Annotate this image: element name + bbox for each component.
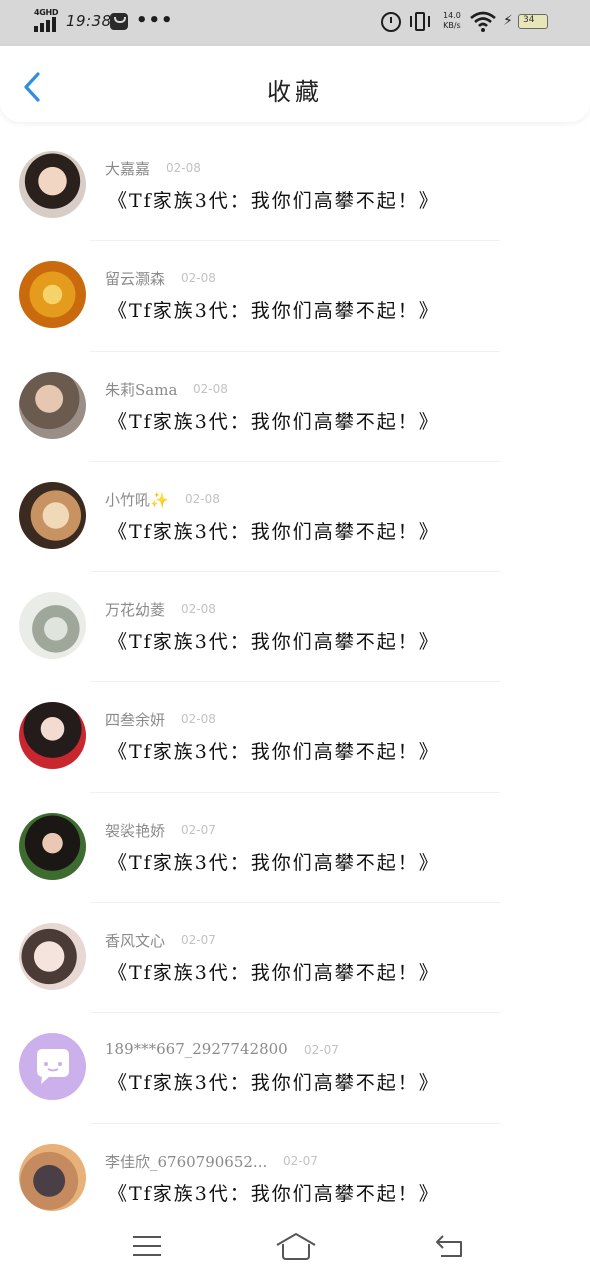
favorites-list: 大嘉嘉 02-08 《Tf家族3代：我你们高攀不起！》 留云灏森 02-08 《… <box>0 130 590 1233</box>
user-name: 189***667_2927742800 <box>105 1040 288 1059</box>
item-date: 02-08 <box>166 161 201 175</box>
avatar[interactable] <box>19 923 86 991</box>
item-date: 02-08 <box>185 491 220 506</box>
system-nav-bar <box>0 1215 590 1280</box>
battery-icon: 34 <box>518 14 548 29</box>
avatar[interactable] <box>19 702 86 770</box>
divider <box>90 1122 500 1124</box>
status-time: 19:38 <box>66 12 112 30</box>
avatar[interactable] <box>19 1033 86 1101</box>
avatar[interactable] <box>19 1143 86 1211</box>
list-item[interactable]: 袈裟艳娇 02-07 《Tf家族3代：我你们高攀不起！》 <box>0 791 590 902</box>
alarm-icon <box>381 12 401 32</box>
page-title: 收藏 <box>267 78 323 106</box>
divider <box>90 460 500 462</box>
user-name: 留云灏森 <box>105 270 166 289</box>
header: 收藏 <box>0 46 590 122</box>
avatar[interactable] <box>19 151 86 218</box>
avatar[interactable] <box>19 481 86 549</box>
divider <box>90 791 500 793</box>
item-date: 02-07 <box>304 1043 339 1058</box>
status-bar: 4GHD 19:38 ••• 14.0 KB/s ⚡ 34 <box>0 0 590 46</box>
item-title: 《Tf家族3代：我你们高攀不起！》 <box>108 410 440 433</box>
list-item[interactable]: 万花幼菱 02-08 《Tf家族3代：我你们高攀不起！》 <box>0 571 590 681</box>
divider <box>90 902 500 904</box>
item-title: 《Tf家族3代：我你们高攀不起！》 <box>108 1072 440 1095</box>
user-name: 朱莉Sama <box>105 380 178 399</box>
item-title: 《Tf家族3代：我你们高攀不起！》 <box>108 851 440 874</box>
menu-icon <box>133 1236 161 1238</box>
avatar[interactable] <box>19 812 86 880</box>
network-type: 4GHD <box>34 8 59 17</box>
item-date: 02-08 <box>193 381 228 396</box>
item-date: 02-07 <box>181 822 216 837</box>
user-name: 香风文心 <box>105 932 166 951</box>
divider <box>90 681 500 683</box>
item-date: 02-07 <box>283 1153 318 1168</box>
home-icon <box>276 1233 316 1260</box>
divider <box>90 1012 500 1014</box>
network-speed-value: 14.0 <box>443 11 461 20</box>
network-speed: 14.0 KB/s <box>443 11 461 31</box>
divider <box>90 240 500 242</box>
message-icon <box>110 13 128 30</box>
signal-icon: 4GHD <box>34 8 59 32</box>
item-title: 《Tf家族3代：我你们高攀不起！》 <box>108 741 440 764</box>
avatar[interactable] <box>19 371 86 439</box>
list-item[interactable]: 大嘉嘉 02-08 《Tf家族3代：我你们高攀不起！》 <box>0 130 590 240</box>
user-name: 袈裟艳娇 <box>105 821 166 840</box>
avatar[interactable] <box>19 261 86 329</box>
list-item[interactable]: 四叁余妍 02-08 《Tf家族3代：我你们高攀不起！》 <box>0 681 590 791</box>
user-name: 李佳欣_6760790652... <box>105 1152 268 1171</box>
list-item[interactable]: 189***667_2927742800 02-07 《Tf家族3代：我你们高攀… <box>0 1012 590 1122</box>
item-title: 《Tf家族3代：我你们高攀不起！》 <box>108 1182 440 1205</box>
battery-level: 34 <box>523 15 535 25</box>
item-title: 《Tf家族3代：我你们高攀不起！》 <box>108 520 440 543</box>
user-name: 四叁余妍 <box>105 711 166 730</box>
return-button[interactable] <box>433 1232 467 1260</box>
charging-icon: ⚡ <box>503 13 513 29</box>
menu-button[interactable] <box>133 1234 163 1258</box>
item-date: 02-08 <box>181 712 216 727</box>
home-button[interactable] <box>275 1231 317 1261</box>
divider <box>90 571 500 573</box>
vibrate-icon <box>410 11 430 33</box>
item-date: 02-08 <box>181 602 216 617</box>
item-date: 02-08 <box>181 271 216 286</box>
user-name: 小竹吼✨ <box>105 490 169 509</box>
list-item[interactable]: 留云灏森 02-08 《Tf家族3代：我你们高攀不起！》 <box>0 240 590 350</box>
user-name: 大嘉嘉 <box>105 160 151 178</box>
list-item[interactable]: 朱莉Sama 02-08 《Tf家族3代：我你们高攀不起！》 <box>0 350 590 461</box>
item-title: 《Tf家族3代：我你们高攀不起！》 <box>108 962 440 985</box>
item-title: 《Tf家族3代：我你们高攀不起！》 <box>108 190 440 212</box>
avatar[interactable] <box>19 592 86 660</box>
wifi-icon <box>470 11 496 32</box>
favorites-screen: 4GHD 19:38 ••• 14.0 KB/s ⚡ 34 收藏 大嘉嘉 02-… <box>0 0 590 1280</box>
list-item[interactable]: 香风文心 02-07 《Tf家族3代：我你们高攀不起！》 <box>0 902 590 1012</box>
network-speed-unit: KB/s <box>443 21 461 30</box>
chat-bubble-icon <box>19 1033 86 1101</box>
item-date: 02-07 <box>181 933 216 948</box>
list-item[interactable]: 小竹吼✨ 02-08 《Tf家族3代：我你们高攀不起！》 <box>0 460 590 571</box>
item-title: 《Tf家族3代：我你们高攀不起！》 <box>108 300 440 323</box>
divider <box>90 350 500 352</box>
item-title: 《Tf家族3代：我你们高攀不起！》 <box>108 631 440 654</box>
more-notifications: ••• <box>136 10 174 31</box>
return-icon <box>436 1235 462 1257</box>
user-name: 万花幼菱 <box>105 601 166 620</box>
